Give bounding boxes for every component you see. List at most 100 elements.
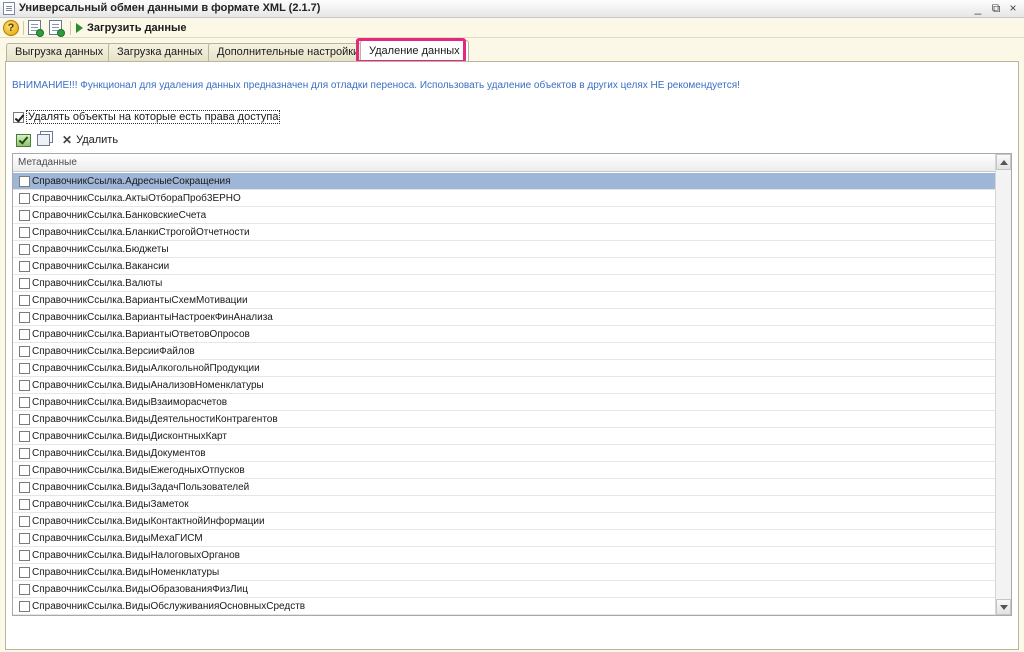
warning-text: ВНИМАНИЕ!!! Функционал для удаления данн…: [12, 80, 740, 91]
row-checkbox[interactable]: [19, 226, 30, 238]
row-label: СправочникСсылка.ВидыНалоговыхОрганов: [32, 549, 240, 561]
row-checkbox[interactable]: [19, 396, 30, 408]
row-label: СправочникСсылка.ВерсииФайлов: [32, 345, 195, 357]
table-row[interactable]: СправочникСсылка.БланкиСтрогойОтчетности: [13, 224, 996, 241]
table-row[interactable]: СправочникСсылка.АктыОтбораПроб3ЕРНО: [13, 190, 996, 207]
access-rights-checkbox[interactable]: [13, 111, 24, 123]
table-row[interactable]: СправочникСсылка.ВариантыОтветовОпросов: [13, 326, 996, 343]
table-row[interactable]: СправочникСсылка.АдресныеСокращения: [13, 173, 996, 190]
toolbar: ? Загрузить данные: [0, 18, 1024, 38]
row-label: СправочникСсылка.Валюты: [32, 277, 163, 289]
table-row[interactable]: СправочникСсылка.ВидыАнализовНоменклатур…: [13, 377, 996, 394]
row-checkbox[interactable]: [19, 379, 30, 391]
table-row[interactable]: СправочникСсылка.Вакансии: [13, 258, 996, 275]
row-label: СправочникСсылка.ВидыЕжегодныхОтпусков: [32, 464, 245, 476]
row-checkbox[interactable]: [19, 311, 30, 323]
row-checkbox[interactable]: [19, 515, 30, 527]
row-label: СправочникСсылка.ВидыОбслуживанияОсновны…: [32, 600, 306, 612]
row-checkbox[interactable]: [19, 566, 30, 578]
table-row[interactable]: СправочникСсылка.ВидыОбразованияФизЛиц: [13, 581, 996, 598]
delete-button[interactable]: ✕ Удалить: [62, 134, 118, 146]
row-checkbox[interactable]: [19, 243, 30, 255]
table-row[interactable]: СправочникСсылка.ВидыЕжегодныхОтпусков: [13, 462, 996, 479]
vertical-scrollbar[interactable]: [995, 154, 1011, 615]
save-settings-icon[interactable]: [28, 20, 44, 37]
table-row[interactable]: СправочникСсылка.ВидыКонтактнойИнформаци…: [13, 513, 996, 530]
row-label: СправочникСсылка.ВариантыСхемМотивации: [32, 294, 248, 306]
title-bar: Универсальный обмен данными в формате XM…: [0, 0, 1024, 18]
delete-data-panel: ВНИМАНИЕ!!! Функционал для удаления данн…: [5, 61, 1019, 650]
table-row[interactable]: СправочникСсылка.ВидыНалоговыхОрганов: [13, 547, 996, 564]
row-checkbox[interactable]: [19, 430, 30, 442]
row-label: СправочникСсылка.Бюджеты: [32, 243, 169, 255]
row-label: СправочникСсылка.ВидыКонтактнойИнформаци…: [32, 515, 265, 527]
app-document-icon: [3, 2, 15, 15]
row-checkbox[interactable]: [19, 345, 30, 357]
row-checkbox[interactable]: [19, 260, 30, 272]
row-checkbox[interactable]: [19, 362, 30, 374]
row-checkbox[interactable]: [19, 175, 30, 187]
row-checkbox[interactable]: [19, 192, 30, 204]
row-label: СправочникСсылка.ВидыНоменклатуры: [32, 566, 220, 578]
row-checkbox[interactable]: [19, 532, 30, 544]
row-checkbox[interactable]: [19, 464, 30, 476]
table-row[interactable]: СправочникСсылка.ВидыАлкогольнойПродукци…: [13, 360, 996, 377]
restore-settings-icon[interactable]: [49, 20, 65, 37]
tab-delete-data[interactable]: Удаление данных: [360, 40, 469, 61]
table-row[interactable]: СправочникСсылка.ВидыДисконтныхКарт: [13, 428, 996, 445]
row-checkbox[interactable]: [19, 413, 30, 425]
row-checkbox[interactable]: [19, 481, 30, 493]
check-all-icon[interactable]: [16, 133, 31, 147]
table-row[interactable]: СправочникСсылка.Валюты: [13, 275, 996, 292]
uncheck-all-icon[interactable]: [37, 134, 50, 146]
scrollbar-track[interactable]: [996, 170, 1011, 599]
table-row[interactable]: СправочникСсылка.ВидыНоменклатуры: [13, 564, 996, 581]
scroll-up-arrow-icon[interactable]: [996, 154, 1011, 170]
tab-export[interactable]: Выгрузка данных: [6, 43, 113, 61]
row-label: СправочникСсылка.ВидыВзаиморасчетов: [32, 396, 228, 408]
row-label: СправочникСсылка.ВидыОбразованияФизЛиц: [32, 583, 248, 595]
row-checkbox[interactable]: [19, 549, 30, 561]
access-rights-checkbox-row[interactable]: Удалять объекты на которые есть права до…: [13, 110, 281, 124]
table-row[interactable]: СправочникСсылка.ВерсииФайлов: [13, 343, 996, 360]
row-checkbox[interactable]: [19, 328, 30, 340]
row-checkbox[interactable]: [19, 447, 30, 459]
close-button[interactable]: ×: [1005, 1, 1021, 16]
row-label: СправочникСсылка.ВидыМехаГИСМ: [32, 532, 203, 544]
row-label: СправочникСсылка.ВидыАнализовНоменклатур…: [32, 379, 264, 391]
table-row[interactable]: СправочникСсылка.ВидыЗаметок: [13, 496, 996, 513]
list-toolbar: ✕ Удалить: [16, 132, 118, 148]
row-checkbox[interactable]: [19, 209, 30, 221]
row-checkbox[interactable]: [19, 498, 30, 510]
table-row[interactable]: СправочникСсылка.ВариантыНастроекФинАнал…: [13, 309, 996, 326]
play-icon: [76, 23, 83, 33]
row-checkbox[interactable]: [19, 277, 30, 289]
minimize-button[interactable]: _: [970, 1, 986, 16]
access-rights-checkbox-label[interactable]: Удалять объекты на которые есть права до…: [26, 110, 281, 124]
table-row[interactable]: СправочникСсылка.ВидыДокументов: [13, 445, 996, 462]
row-label: СправочникСсылка.БанковскиеСчета: [32, 209, 207, 221]
scroll-down-arrow-icon[interactable]: [996, 599, 1011, 615]
tab-additional-settings[interactable]: Дополнительные настройки: [208, 43, 369, 61]
column-header-metadata[interactable]: Метаданные: [13, 154, 996, 172]
row-label: СправочникСсылка.ВидыАлкогольнойПродукци…: [32, 362, 260, 374]
row-checkbox[interactable]: [19, 294, 30, 306]
table-row[interactable]: СправочникСсылка.ВидыОбслуживанияОсновны…: [13, 598, 996, 615]
row-checkbox[interactable]: [19, 600, 30, 612]
row-label: СправочникСсылка.ВидыДеятельностиКонтраг…: [32, 413, 278, 425]
help-icon[interactable]: ?: [3, 20, 19, 36]
tab-import[interactable]: Загрузка данных: [108, 43, 212, 61]
table-row[interactable]: СправочникСсылка.БанковскиеСчета: [13, 207, 996, 224]
table-row[interactable]: СправочникСсылка.ВидыВзаиморасчетов: [13, 394, 996, 411]
table-row[interactable]: СправочникСсылка.ВидыДеятельностиКонтраг…: [13, 411, 996, 428]
table-row[interactable]: СправочникСсылка.ВариантыСхемМотивации: [13, 292, 996, 309]
table-row[interactable]: СправочникСсылка.ВидыЗадачПользователей: [13, 479, 996, 496]
row-label: СправочникСсылка.Вакансии: [32, 260, 170, 272]
load-data-button[interactable]: Загрузить данные: [76, 20, 186, 36]
row-label: СправочникСсылка.АдресныеСокращения: [32, 175, 231, 187]
restore-button[interactable]: ⧉: [988, 1, 1004, 16]
table-row[interactable]: СправочникСсылка.ВидыМехаГИСМ: [13, 530, 996, 547]
row-checkbox[interactable]: [19, 583, 30, 595]
toolbar-separator: [70, 21, 71, 35]
table-row[interactable]: СправочникСсылка.Бюджеты: [13, 241, 996, 258]
